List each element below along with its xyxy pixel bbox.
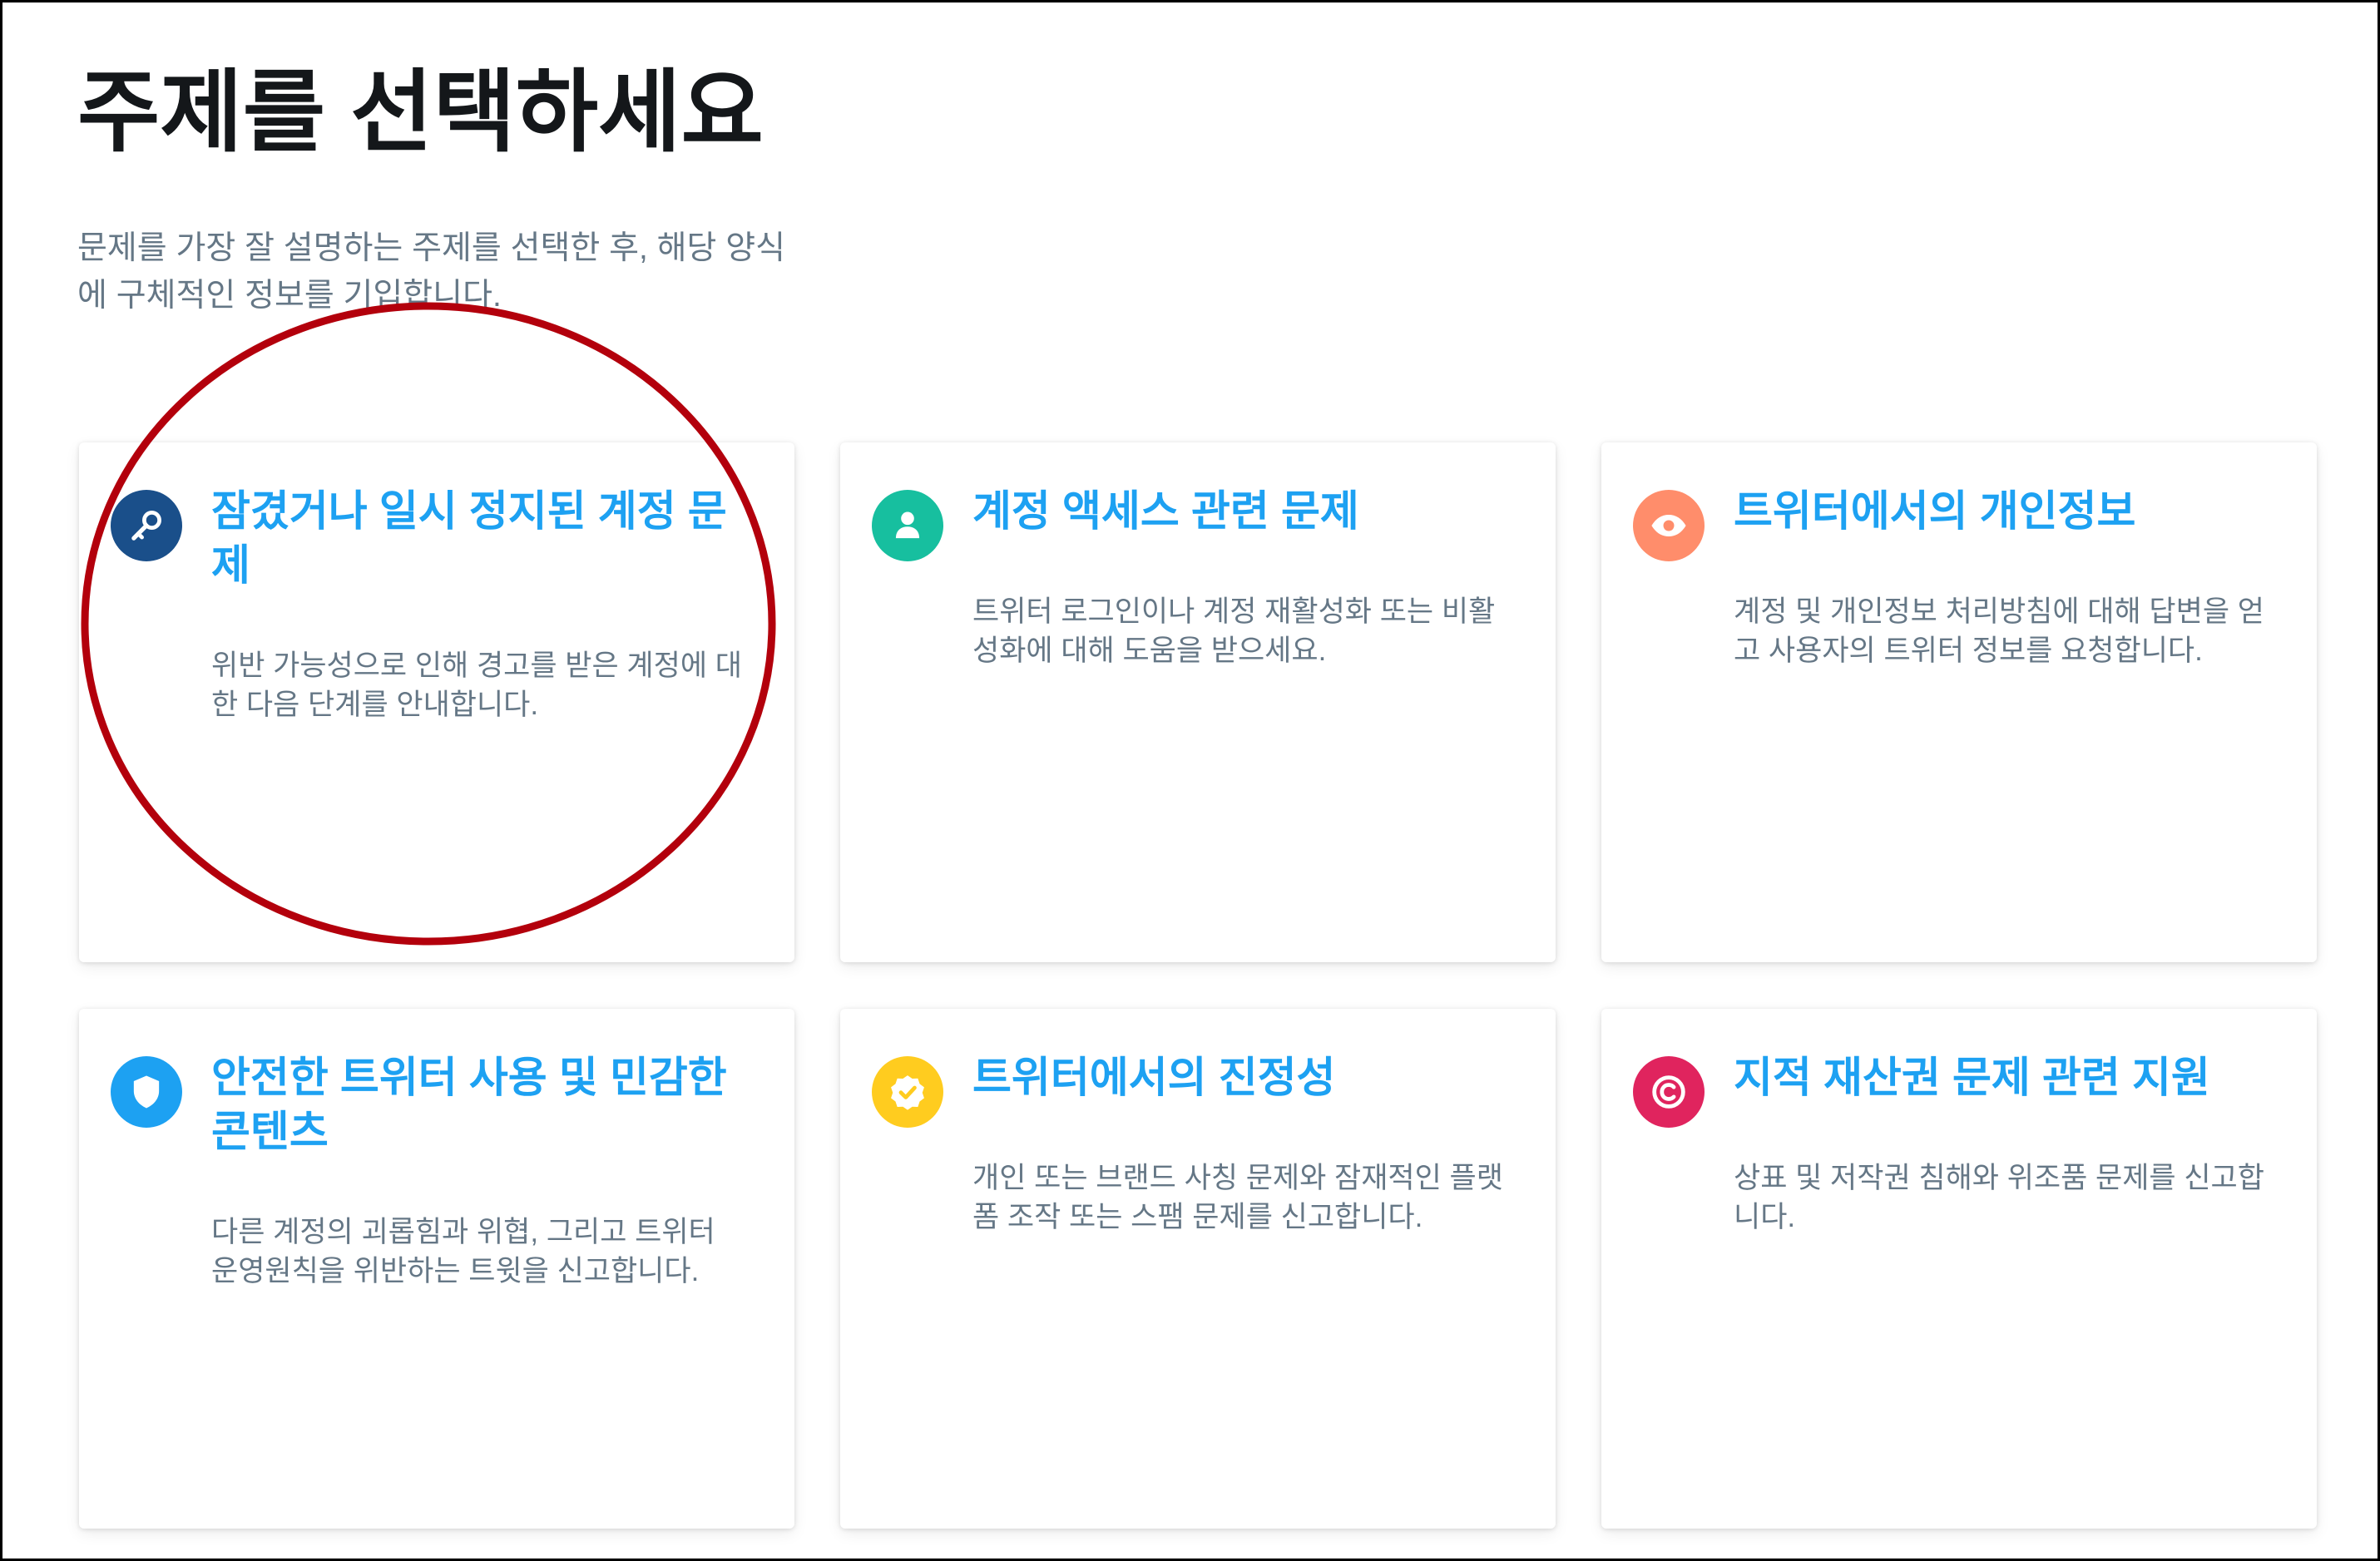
topic-card-safety-sensitive-content[interactable]: 안전한 트위터 사용 및 민감한 콘텐츠 다른 계정의 괴롭힘과 위협, 그리고… bbox=[79, 1009, 794, 1529]
topic-card-privacy[interactable]: 트위터에서의 개인정보 계정 및 개인정보 처리방침에 대해 답변을 얻고 사용… bbox=[1601, 442, 2317, 962]
eye-icon bbox=[1633, 490, 1705, 561]
topic-card-authenticity[interactable]: 트위터에서의 진정성 개인 또는 브랜드 사칭 문제와 잠재적인 플랫폼 조작 … bbox=[840, 1009, 1556, 1529]
card-title[interactable]: 계정 액세스 관련 문제 bbox=[972, 484, 1505, 538]
card-description: 개인 또는 브랜드 사칭 문제와 잠재적인 플랫폼 조작 또는 스팸 문제를 신… bbox=[972, 1162, 1503, 1233]
card-title[interactable]: 안전한 트위터 사용 및 민감한 콘텐츠 bbox=[211, 1050, 744, 1158]
page-subtitle: 문제를 가장 잘 설명하는 주제를 선택한 후, 해당 양식에 구체적인 정보를… bbox=[77, 230, 785, 314]
card-title[interactable]: 지적 재산권 문제 관련 지원 bbox=[1734, 1050, 2266, 1104]
card-description: 상표 및 저작권 침해와 위조품 문제를 신고합니다. bbox=[1734, 1162, 2264, 1233]
card-title[interactable]: 트위터에서의 진정성 bbox=[972, 1050, 1505, 1104]
key-icon bbox=[111, 490, 182, 561]
card-description: 위반 가능성으로 인해 경고를 받은 계정에 대한 다음 단계를 안내합니다. bbox=[211, 650, 742, 721]
shield-icon bbox=[111, 1056, 182, 1128]
card-title[interactable]: 잠겼거나 일시 정지된 계정 문제 bbox=[211, 484, 744, 592]
topic-card-intellectual-property[interactable]: 지적 재산권 문제 관련 지원 상표 및 저작권 침해와 위조품 문제를 신고합… bbox=[1601, 1009, 2317, 1529]
copyright-icon bbox=[1633, 1056, 1705, 1128]
card-description: 트위터 로그인이나 계정 재활성화 또는 비활성화에 대해 도움을 받으세요. bbox=[972, 595, 1496, 667]
card-description: 계정 및 개인정보 처리방침에 대해 답변을 얻고 사용자의 트위터 정보를 요… bbox=[1734, 595, 2264, 667]
user-icon bbox=[872, 490, 943, 561]
topic-card-locked-suspended-account[interactable]: 잠겼거나 일시 정지된 계정 문제 위반 가능성으로 인해 경고를 받은 계정에… bbox=[79, 442, 794, 962]
page-title: 주제를 선택하세요 bbox=[77, 62, 764, 162]
verified-badge-icon bbox=[872, 1056, 943, 1128]
topic-card-account-access[interactable]: 계정 액세스 관련 문제 트위터 로그인이나 계정 재활성화 또는 비활성화에 … bbox=[840, 442, 1556, 962]
card-title[interactable]: 트위터에서의 개인정보 bbox=[1734, 484, 2266, 538]
card-description: 다른 계정의 괴롭힘과 위협, 그리고 트위터 운영원칙을 위반하는 트윗을 신… bbox=[211, 1216, 715, 1287]
